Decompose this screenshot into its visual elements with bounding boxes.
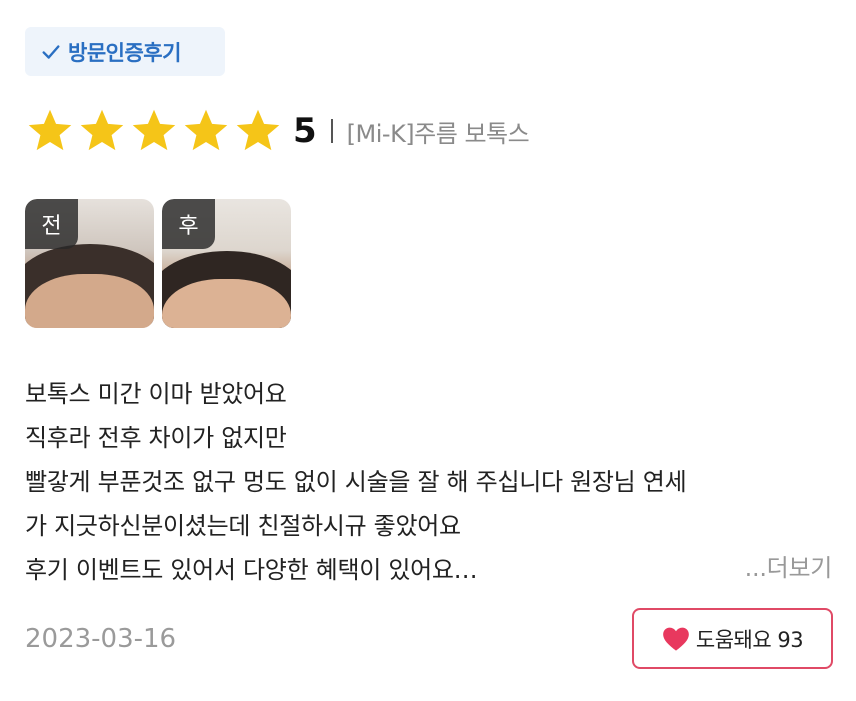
rating-score: 5 <box>293 111 317 151</box>
helpful-button[interactable]: 도움돼요 93 <box>632 608 833 669</box>
star-icon <box>80 109 124 151</box>
review-line: 빨갛게 부푼것조 없구 멍도 없이 시술을 잘 해 주십니다 원장님 연세 <box>25 468 687 496</box>
divider <box>330 119 333 143</box>
after-tag: 후 <box>162 199 215 249</box>
star-icon <box>236 109 280 151</box>
visit-verified-badge: 방문인증후기 <box>25 27 225 76</box>
review-date: 2023-03-16 <box>25 624 177 654</box>
star-icon <box>28 109 72 151</box>
procedure-name[interactable]: [Mi-K]주름 보톡스 <box>347 114 530 149</box>
before-photo[interactable]: 전 <box>25 199 154 328</box>
review-text: 보톡스 미간 이마 받았어요 직후라 전후 차이가 없지만 빨갛게 부푼것조 없… <box>25 372 835 592</box>
review-line: 보톡스 미간 이마 받았어요 <box>25 380 287 408</box>
check-icon <box>42 44 60 59</box>
star-rating <box>25 106 283 156</box>
read-more-link[interactable]: ...더보기 <box>745 548 833 583</box>
after-photo[interactable]: 후 <box>162 199 291 328</box>
before-after-photos: 전 후 <box>25 199 291 328</box>
review-line: 직후라 전후 차이가 없지만 <box>25 424 287 452</box>
helpful-label: 도움돼요 93 <box>695 627 804 652</box>
heart-icon <box>663 627 689 651</box>
review-line: 가 지긋하신분이셨는데 친절하시규 좋았어요 <box>25 512 461 540</box>
star-icon <box>184 109 228 151</box>
badge-label: 방문인증후기 <box>68 40 181 65</box>
review-line: 후기 이벤트도 있어서 다양한 혜택이 있어요… <box>25 556 478 584</box>
before-tag: 전 <box>25 199 78 249</box>
rating-row: 5 [Mi-K]주름 보톡스 <box>25 104 530 158</box>
star-icon <box>132 109 176 151</box>
